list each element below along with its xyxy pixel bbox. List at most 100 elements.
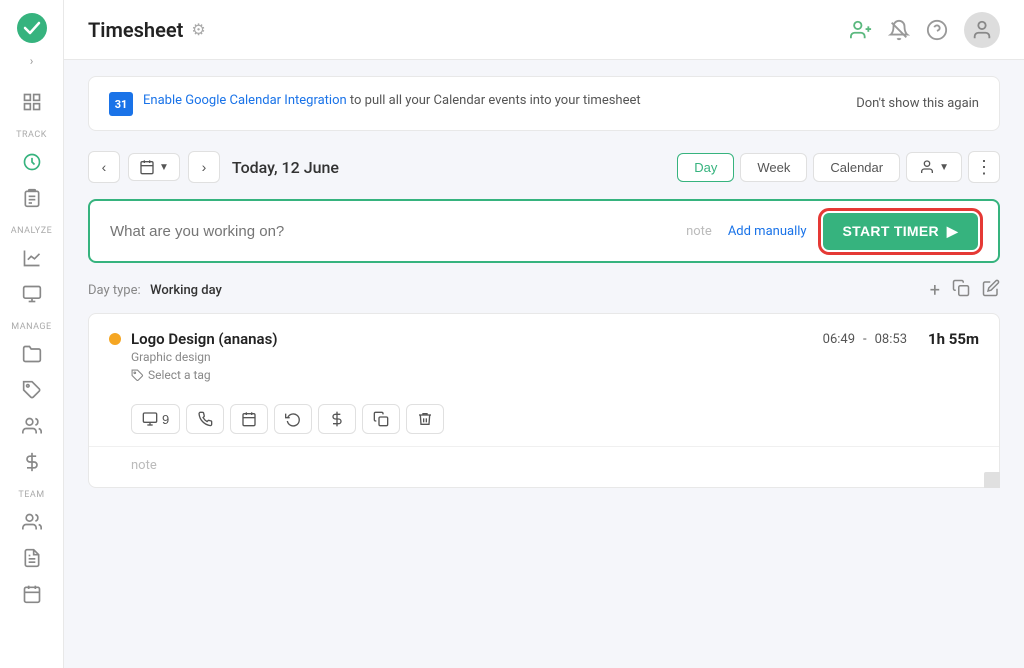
entry-action-calendar[interactable] bbox=[230, 404, 268, 434]
google-calendar-banner: 31 Enable Google Calendar Integration to… bbox=[88, 76, 1000, 131]
calendar-picker-icon bbox=[139, 159, 155, 175]
play-icon: ▶ bbox=[947, 223, 958, 240]
day-type-actions: + bbox=[930, 279, 1000, 301]
trash-icon bbox=[417, 411, 433, 427]
day-type-label: Day type: bbox=[88, 283, 141, 298]
sidebar-item-calendar-team[interactable] bbox=[12, 576, 52, 612]
screen-count: 9 bbox=[162, 412, 169, 427]
entry-action-phone[interactable] bbox=[186, 404, 224, 434]
tab-day[interactable]: Day bbox=[677, 153, 734, 182]
entry-action-billing[interactable] bbox=[318, 404, 356, 434]
banner-dismiss[interactable]: Don't show this again bbox=[856, 96, 979, 111]
start-timer-label: START TIMER bbox=[843, 223, 939, 239]
notification-icon[interactable] bbox=[888, 19, 910, 41]
entry-start-time: 06:49 bbox=[823, 332, 855, 347]
date-display: Today, 12 June bbox=[232, 158, 339, 177]
help-icon[interactable] bbox=[926, 19, 948, 41]
time-entry-card: Logo Design (ananas) Graphic design Sele… bbox=[88, 313, 1000, 488]
entry-actions: 9 bbox=[89, 394, 999, 446]
sidebar-item-tag[interactable] bbox=[12, 372, 52, 408]
page-title: Timesheet bbox=[88, 18, 183, 42]
user-filter-button[interactable]: ▼ bbox=[906, 152, 962, 182]
entry-action-screen[interactable]: 9 bbox=[131, 404, 180, 434]
sidebar-item-chart[interactable] bbox=[12, 240, 52, 276]
copy-day-button[interactable] bbox=[952, 279, 970, 301]
sidebar-item-team[interactable] bbox=[12, 504, 52, 540]
entry-note-placeholder[interactable]: note bbox=[131, 458, 157, 473]
entry-action-delete[interactable] bbox=[406, 404, 444, 434]
content-area: 31 Enable Google Calendar Integration to… bbox=[64, 60, 1024, 668]
banner-link[interactable]: Enable Google Calendar Integration bbox=[143, 93, 347, 108]
more-options-button[interactable]: ⋮ bbox=[968, 151, 1000, 183]
entry-right: 06:49 - 08:53 1h 55m bbox=[823, 330, 979, 348]
section-label-manage: MANAGE bbox=[11, 322, 51, 332]
sidebar-item-clock[interactable] bbox=[12, 144, 52, 180]
phone-icon bbox=[197, 411, 213, 427]
sidebar-item-grid[interactable] bbox=[12, 84, 52, 120]
user-filter-icon bbox=[919, 159, 935, 175]
section-label-analyze: ANALYZE bbox=[11, 226, 52, 236]
dollar-icon bbox=[329, 411, 345, 427]
resize-handle[interactable] bbox=[984, 472, 1000, 488]
day-type-row: Day type: Working day + bbox=[88, 279, 1000, 301]
logo[interactable] bbox=[16, 12, 48, 48]
prev-date-button[interactable]: ‹ bbox=[88, 151, 120, 183]
sidebar-item-clipboard[interactable] bbox=[12, 180, 52, 216]
entry-dot bbox=[109, 333, 121, 345]
history-icon bbox=[285, 411, 301, 427]
edit-day-button[interactable] bbox=[982, 279, 1000, 301]
entry-left: Logo Design (ananas) Graphic design Sele… bbox=[109, 330, 278, 382]
banner-text-after: to pull all your Calendar events into yo… bbox=[347, 93, 641, 108]
start-timer-button[interactable]: START TIMER ▶ bbox=[823, 213, 978, 250]
calendar-icon bbox=[241, 411, 257, 427]
timer-input[interactable] bbox=[110, 223, 670, 240]
calendar-icon: 31 bbox=[109, 92, 133, 116]
tab-calendar[interactable]: Calendar bbox=[813, 153, 900, 182]
day-type-value: Working day bbox=[150, 283, 222, 298]
timer-note-label[interactable]: note bbox=[686, 224, 712, 239]
entry-info: Logo Design (ananas) Graphic design Sele… bbox=[131, 330, 278, 382]
entry-duration: 1h 55m bbox=[919, 330, 979, 348]
tab-week[interactable]: Week bbox=[740, 153, 807, 182]
entry-note-area: note bbox=[89, 446, 999, 487]
banner-left: 31 Enable Google Calendar Integration to… bbox=[109, 91, 641, 116]
banner-text: Enable Google Calendar Integration to pu… bbox=[143, 91, 641, 111]
entry-tag[interactable]: Select a tag bbox=[131, 368, 278, 382]
avatar[interactable] bbox=[964, 12, 1000, 48]
timer-card: note Add manually START TIMER ▶ bbox=[88, 199, 1000, 263]
chevron-down-small-icon: ▼ bbox=[939, 162, 949, 173]
header-left: Timesheet ⚙ bbox=[88, 18, 206, 42]
monitor-icon bbox=[142, 411, 158, 427]
settings-icon[interactable]: ⚙ bbox=[191, 20, 205, 39]
entry-dash: - bbox=[863, 332, 867, 347]
add-user-icon[interactable] bbox=[850, 19, 872, 41]
entry-action-copy[interactable] bbox=[362, 404, 400, 434]
day-type-info: Day type: Working day bbox=[88, 282, 222, 298]
entry-title: Logo Design (ananas) bbox=[131, 330, 278, 348]
add-entry-button[interactable]: + bbox=[930, 280, 940, 301]
add-manually-button[interactable]: Add manually bbox=[728, 224, 807, 239]
date-navigation: ‹ ▼ › Today, 12 June Day Week Calendar bbox=[88, 151, 1000, 183]
entry-subtitle: Graphic design bbox=[131, 350, 278, 364]
sidebar-item-dollar[interactable] bbox=[12, 444, 52, 480]
sidebar-item-report[interactable] bbox=[12, 540, 52, 576]
header: Timesheet ⚙ bbox=[64, 0, 1024, 60]
next-date-button[interactable]: › bbox=[188, 151, 220, 183]
sidebar-item-monitor[interactable] bbox=[12, 276, 52, 312]
entry-end-time: 08:53 bbox=[875, 332, 907, 347]
date-picker-button[interactable]: ▼ bbox=[128, 153, 180, 181]
copy-icon bbox=[373, 411, 389, 427]
chevron-down-icon: ▼ bbox=[159, 162, 169, 173]
header-right bbox=[850, 12, 1000, 48]
tag-icon bbox=[131, 369, 144, 382]
section-label-team: TEAM bbox=[18, 490, 44, 500]
sidebar-item-folder[interactable] bbox=[12, 336, 52, 372]
sidebar-collapse-arrow[interactable]: › bbox=[30, 54, 34, 68]
view-tabs: Day Week Calendar ▼ ⋮ bbox=[677, 151, 1000, 183]
entry-time: 06:49 - 08:53 bbox=[823, 332, 907, 347]
entry-card-wrapper: Logo Design (ananas) Graphic design Sele… bbox=[88, 313, 1000, 488]
section-label-track: TRACK bbox=[16, 130, 47, 140]
entry-main: Logo Design (ananas) Graphic design Sele… bbox=[89, 314, 999, 394]
sidebar-item-users[interactable] bbox=[12, 408, 52, 444]
entry-action-history[interactable] bbox=[274, 404, 312, 434]
